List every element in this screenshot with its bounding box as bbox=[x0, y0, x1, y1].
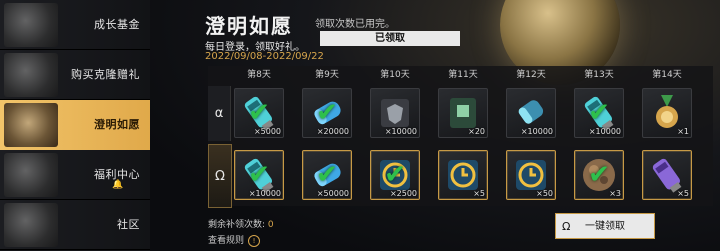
clone-gift-thumbnail bbox=[4, 53, 58, 97]
claimed-check-icon: ✔ bbox=[248, 160, 270, 190]
omega-reward-cell[interactable]: ✔ ×10000 bbox=[234, 150, 284, 200]
day-header: 第13天 bbox=[584, 70, 614, 80]
sidebar-item-clear-wish[interactable]: 澄明如愿 bbox=[0, 100, 150, 150]
sidebar-item-clone-gift[interactable]: 购买克隆赠礼 bbox=[0, 50, 150, 100]
omega-reward-cell[interactable]: ×5 bbox=[438, 150, 488, 200]
omega-row-marker: Ω bbox=[208, 144, 232, 208]
reward-quantity: ×50000 bbox=[316, 189, 349, 198]
reward-quantity: ×5 bbox=[473, 189, 485, 198]
remaining-claims-label: 剩余补领次数: bbox=[208, 220, 266, 230]
reward-quantity: ×20 bbox=[468, 127, 485, 136]
reward-quantity: ×50 bbox=[536, 189, 553, 198]
view-rules-link[interactable]: 查看规则! bbox=[208, 233, 261, 247]
reward-grid: α Ω 第8天 第9天 第10天 第11天 第12天 第13天 第14天 ✔ ×5000 ✔ ×20… bbox=[208, 66, 713, 208]
clear-wish-thumbnail bbox=[4, 103, 58, 147]
info-icon[interactable]: ! bbox=[248, 235, 261, 247]
omega-icon: Ω bbox=[562, 220, 571, 233]
alpha-reward-cell[interactable]: ×1 bbox=[642, 88, 692, 138]
sidebar-item-community[interactable]: 社区 bbox=[0, 200, 150, 250]
claimed-check-icon: ✔ bbox=[248, 98, 270, 128]
claim-all-label: 一键领取 bbox=[585, 221, 625, 232]
sidebar-item-label: 福利中心 bbox=[94, 168, 140, 181]
welfare-center-thumbnail bbox=[4, 153, 58, 197]
omega-reward-cell[interactable]: ✔ ×3 bbox=[574, 150, 624, 200]
claim-all-button[interactable]: Ω 一键领取 bbox=[555, 213, 655, 239]
omega-reward-cell[interactable]: ✔ ×2500 bbox=[370, 150, 420, 200]
sidebar-item-label: 澄明如愿 bbox=[94, 118, 140, 131]
claims-used-notice: 领取次数已用完。 bbox=[315, 19, 395, 30]
reward-quantity: ×20000 bbox=[316, 127, 349, 136]
reward-quantity: ×5 bbox=[677, 189, 689, 198]
omega-reward-cell[interactable]: ✔ ×50000 bbox=[302, 150, 352, 200]
sidebar-item-welfare-center[interactable]: 福利中心 🔔 bbox=[0, 150, 150, 200]
day-header: 第8天 bbox=[247, 70, 271, 80]
reward-quantity: ×10000 bbox=[588, 127, 621, 136]
reward-quantity: ×5000 bbox=[253, 127, 281, 136]
bell-icon: 🔔 bbox=[112, 180, 124, 190]
sidebar-item-label: 社区 bbox=[117, 218, 140, 231]
page-title: 澄明如愿 bbox=[205, 14, 293, 38]
alpha-reward-cell[interactable]: ×10000 bbox=[370, 88, 420, 138]
alpha-reward-cell[interactable]: ✔ ×20000 bbox=[302, 88, 352, 138]
day-header: 第9天 bbox=[315, 70, 339, 80]
omega-reward-cell[interactable]: ×5 bbox=[642, 150, 692, 200]
omega-reward-cell[interactable]: ×50 bbox=[506, 150, 556, 200]
reward-quantity: ×2500 bbox=[389, 189, 417, 198]
reward-quantity: ×3 bbox=[609, 189, 621, 198]
reward-quantity: ×1 bbox=[677, 127, 689, 136]
alpha-reward-cell[interactable]: ×10000 bbox=[506, 88, 556, 138]
remaining-claims-value: 0 bbox=[267, 220, 274, 230]
sidebar-item-label: 购买克隆赠礼 bbox=[71, 68, 140, 81]
day-header: 第12天 bbox=[516, 70, 546, 80]
day-header: 第10天 bbox=[380, 70, 410, 80]
sidebar-item-label: 成长基金 bbox=[94, 18, 140, 31]
reward-quantity: ×10000 bbox=[520, 127, 553, 136]
claimed-check-icon: ✔ bbox=[588, 160, 610, 190]
alpha-row-marker: α bbox=[208, 86, 231, 141]
event-date-range: 2022/09/08-2022/09/22 bbox=[205, 51, 324, 62]
reward-quantity: ×10000 bbox=[248, 189, 281, 198]
view-rules-label: 查看规则 bbox=[208, 236, 245, 246]
claimed-check-icon: ✔ bbox=[384, 160, 406, 190]
community-thumbnail bbox=[4, 203, 58, 247]
reward-quantity: ×10000 bbox=[384, 127, 417, 136]
alpha-reward-cell[interactable]: ✔ ×5000 bbox=[234, 88, 284, 138]
sidebar-item-growth-fund[interactable]: 成长基金 bbox=[0, 0, 150, 50]
main-panel: 澄明如愿 领取次数已用完。 每日登录，领取好礼。 已领取 2022/09/08-… bbox=[150, 0, 720, 251]
claimed-check-icon: ✔ bbox=[316, 160, 338, 190]
alpha-reward-cell[interactable]: ✔ ×10000 bbox=[574, 88, 624, 138]
claimed-badge: 已领取 bbox=[320, 31, 460, 46]
remaining-claims: 剩余补领次数: 0 bbox=[208, 217, 274, 230]
day-header: 第11天 bbox=[448, 70, 478, 80]
alpha-reward-cell[interactable]: ×20 bbox=[438, 88, 488, 138]
day-header: 第14天 bbox=[652, 70, 682, 80]
claimed-check-icon: ✔ bbox=[588, 98, 610, 128]
claimed-check-icon: ✔ bbox=[316, 98, 338, 128]
sidebar: 成长基金 购买克隆赠礼 澄明如愿 福利中心 🔔 社区 bbox=[0, 0, 150, 251]
growth-fund-thumbnail bbox=[4, 3, 58, 47]
